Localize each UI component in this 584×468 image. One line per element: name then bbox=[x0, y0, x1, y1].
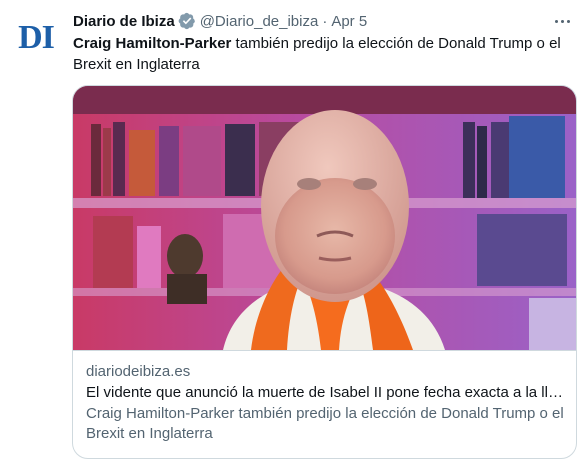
account-avatar[interactable]: DI bbox=[14, 20, 58, 56]
card-thumbnail-image bbox=[73, 86, 576, 350]
tweet-text-bold: Craig Hamilton-Parker bbox=[73, 35, 232, 52]
tweet-text: Craig Hamilton-Parker también predijo la… bbox=[73, 33, 578, 75]
tweet-timestamp[interactable]: Apr 5 bbox=[331, 13, 367, 30]
tweet-header: Diario de Ibiza @Diario_de_ibiza · Apr 5 bbox=[73, 11, 367, 31]
card-description: Craig Hamilton-Parker también predijo la… bbox=[86, 405, 564, 442]
link-card[interactable]: diariodeibiza.es El vidente que anunció … bbox=[72, 85, 577, 459]
tweet[interactable]: DI Diario de Ibiza @Diario_de_ibiza · Ap… bbox=[0, 0, 584, 468]
avatar-logo: DI bbox=[18, 19, 55, 56]
verified-badge-icon bbox=[178, 12, 195, 30]
card-details[interactable]: diariodeibiza.es El vidente que anunció … bbox=[86, 362, 569, 444]
account-handle[interactable]: @Diario_de_ibiza bbox=[200, 13, 319, 30]
card-title: El vidente que anunció la muerte de Isab… bbox=[86, 384, 569, 401]
card-domain: diariodeibiza.es bbox=[86, 363, 191, 380]
more-options-icon[interactable] bbox=[552, 11, 572, 31]
display-name[interactable]: Diario de Ibiza bbox=[73, 13, 175, 30]
header-separator: · bbox=[322, 12, 328, 30]
card-media-image[interactable] bbox=[73, 86, 576, 350]
card-divider bbox=[73, 350, 576, 351]
